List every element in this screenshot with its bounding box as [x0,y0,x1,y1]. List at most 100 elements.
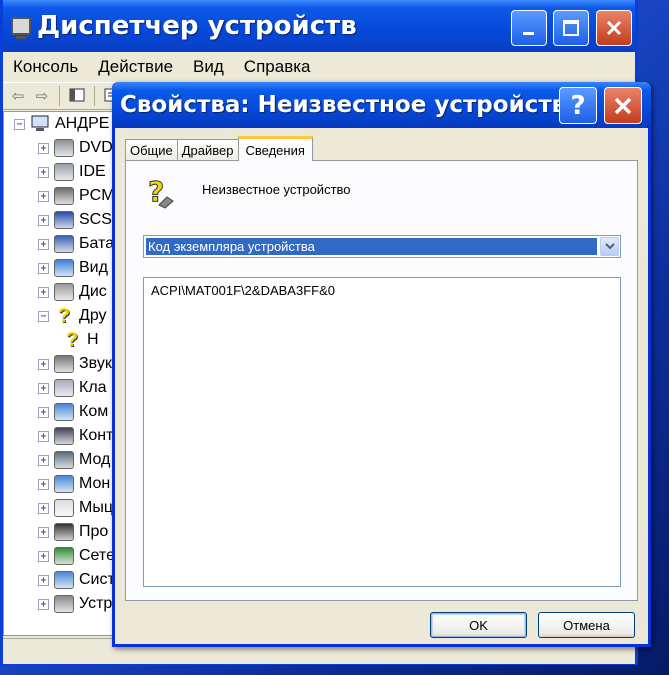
collapse-expander[interactable]: − [14,118,25,130]
expand-expander[interactable]: + [38,286,49,298]
menu-view[interactable]: Вид [183,57,234,77]
expand-expander[interactable]: + [38,238,49,250]
tree-item-label: Мод [79,451,111,468]
tree-item[interactable]: + Ком [38,401,108,423]
expand-expander[interactable]: + [38,478,49,490]
tree-item[interactable]: + Бата [38,233,114,255]
tab-general[interactable]: Общие [125,139,178,161]
tree-item[interactable]: + Сете [38,545,115,567]
tree-item-label: Дис [79,283,107,300]
expand-expander[interactable]: + [38,430,49,442]
help-button[interactable]: ? [559,87,597,124]
tree-item[interactable]: + Мыц [38,497,113,519]
chevron-down-icon [604,243,615,250]
tree-item-label: Мыц [79,499,113,516]
back-icon[interactable]: ⇦ [9,88,27,104]
storage-volume-icon [54,595,74,613]
expand-expander[interactable]: + [38,550,49,562]
tree-item[interactable]: + Мон [38,473,110,495]
tree-item[interactable]: + Звук [38,353,112,375]
video-adapter-icon [54,259,74,277]
tree-item-label: PCM [79,187,115,204]
menu-bar: Консоль Действие Вид Справка [3,52,635,82]
tree-item[interactable]: + Устр [38,593,112,615]
tree-item[interactable]: + Кла [38,377,107,399]
expand-expander[interactable]: + [38,598,49,610]
collapse-expander[interactable]: − [38,310,49,322]
ide-controller-icon [54,163,74,181]
tree-item[interactable]: + IDE [38,161,106,183]
tree-root-label: АНДРЕ [55,115,110,132]
expand-expander[interactable]: + [38,502,49,514]
expand-expander[interactable]: + [38,262,49,274]
forward-icon[interactable]: ⇨ [33,88,51,104]
tree-item[interactable]: + Мод [38,449,110,471]
expand-expander[interactable]: + [38,142,49,154]
menu-help[interactable]: Справка [234,57,321,77]
details-panel: ? Неизвестное устройство Код экземпляра … [125,160,638,601]
computer-icon [54,403,74,421]
tree-item-label: Про [79,523,109,540]
tree-item[interactable]: + SCS [38,209,112,231]
tree-item-label: Устр [79,595,113,612]
tree-item-label: IDE [79,163,106,180]
modem-icon [54,451,74,469]
tree-item[interactable]: ? Н [62,329,99,351]
expand-expander[interactable]: + [38,214,49,226]
maximize-button[interactable] [553,10,589,46]
expand-expander[interactable]: + [38,166,49,178]
menu-action[interactable]: Действие [88,57,183,77]
tree-item-label: Бата [79,235,115,252]
tree-item[interactable]: + Дис [38,281,107,303]
property-value-list[interactable]: ACPI\MAT001F\2&DABA3FF&0 [143,277,621,587]
device-manager-titlebar[interactable]: Диспетчер устройств [3,0,635,52]
tree-item[interactable]: + Конт [38,425,113,447]
dialog-title: Свойства: Неизвестное устройство [120,92,582,118]
tab-details[interactable]: Сведения [237,136,313,161]
close-button[interactable] [596,10,632,46]
svg-text:?: ? [148,175,164,208]
minimize-icon [523,32,534,35]
expand-expander[interactable]: + [38,190,49,202]
expand-expander[interactable]: + [38,454,49,466]
tree-item[interactable]: + Про [38,521,108,543]
property-value-item[interactable]: ACPI\MAT001F\2&DABA3FF&0 [151,283,335,298]
device-name: Неизвестное устройство [202,182,351,197]
expand-expander[interactable]: + [38,358,49,370]
tree-item-label: Сист [79,571,115,588]
expand-expander[interactable]: + [38,526,49,538]
show-hide-tree-icon[interactable] [68,88,86,104]
dropdown-button[interactable] [600,237,619,256]
tree-item[interactable]: + Вид [38,257,108,279]
toolbar-separator [94,86,95,106]
pcmcia-icon [54,187,74,205]
ok-button[interactable]: OK [430,612,527,638]
dialog-close-button[interactable] [604,87,642,124]
tree-item-label: DVD [79,139,113,156]
tree-item[interactable]: + DVD [38,137,113,159]
expand-expander[interactable]: + [38,574,49,586]
tree-item[interactable]: + Сист [38,569,115,591]
tree-root[interactable]: − АНДРЕ [14,113,109,135]
tree-item-label: Вид [79,259,108,276]
other-devices-icon: ? [57,305,71,327]
minimize-button[interactable] [511,10,547,46]
expand-expander[interactable]: + [38,382,49,394]
cancel-button[interactable]: Отмена [538,612,635,638]
tree-item[interactable]: −? Дру [38,305,107,327]
computer-icon [31,115,49,131]
usb-controller-icon [54,427,74,445]
unknown-device-icon: ? [65,329,79,351]
tree-item-label: Звук [79,355,112,372]
tab-driver[interactable]: Драйвер [176,139,239,161]
tree-item-label: Мон [79,475,111,492]
menu-console[interactable]: Консоль [3,57,88,77]
help-icon: ? [570,90,586,121]
tree-item-label: SCS [79,211,112,228]
expand-expander[interactable]: + [38,406,49,418]
tree-item-label: Кла [79,379,107,396]
tree-item[interactable]: + PCM [38,185,115,207]
scsi-icon [54,211,74,229]
property-select[interactable]: Код экземпляра устройства [143,235,621,258]
device-manager-title: Диспетчер устройств [37,11,357,41]
